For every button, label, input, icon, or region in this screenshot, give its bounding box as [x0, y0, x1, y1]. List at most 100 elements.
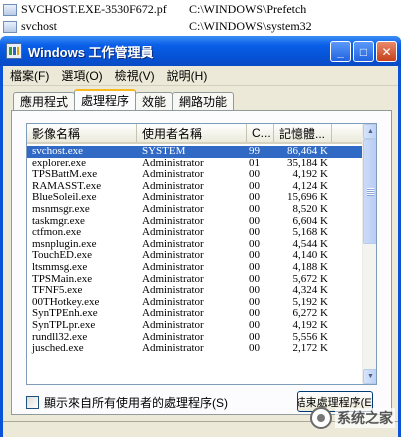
show-all-users-label[interactable]: 顯示來自所有使用者的處理程序(S): [44, 394, 228, 411]
watermark-logo-icon: [310, 407, 332, 429]
process-user-name: Administrator: [142, 273, 204, 285]
process-row[interactable]: ctfmon.exe Administrator 00 5,168 K: [27, 227, 362, 239]
background-file-row[interactable]: SVCHOST.EXE-3530F672.pf C:\WINDOWS\Prefe…: [0, 1, 401, 18]
process-row[interactable]: msnmsgr.exe Administrator 00 8,520 K: [27, 204, 362, 216]
process-row[interactable]: SynTPLpr.exe Administrator 00 4,192 K: [27, 320, 362, 332]
file-name: svchost: [21, 19, 57, 33]
process-memory: 15,696 K: [287, 192, 328, 204]
vertical-scrollbar[interactable]: ▲ ▼: [362, 124, 376, 384]
process-image-name: SynTPEnh.exe: [32, 308, 98, 320]
menu-bar: 檔案(F) 選項(O) 檢視(V) 說明(H): [3, 66, 398, 86]
minimize-button[interactable]: _: [330, 41, 351, 62]
menu-file[interactable]: 檔案(F): [3, 67, 54, 84]
process-image-name: svchost.exe: [32, 146, 84, 157]
process-image-name: ltsmmsg.exe: [32, 261, 88, 273]
process-memory: 35,184 K: [287, 157, 328, 169]
tab-processes[interactable]: 處理程序: [74, 89, 137, 110]
show-all-users-checkbox[interactable]: [26, 395, 39, 409]
tab-performance[interactable]: 效能: [135, 92, 174, 110]
tab-strip: 應用程式 處理程序 效能 網路功能: [13, 89, 235, 110]
maximize-button[interactable]: □: [353, 41, 374, 62]
process-cpu: 00: [249, 261, 260, 273]
process-row[interactable]: ltsmmsg.exe Administrator 00 4,188 K: [27, 262, 362, 274]
process-row[interactable]: svchost.exe SYSTEM 99 86,464 K: [27, 146, 362, 158]
process-user-name: Administrator: [142, 296, 204, 308]
process-list-header: 影像名稱 使用者名稱 C... 記憶體...: [27, 124, 362, 144]
process-cpu: 00: [249, 285, 260, 297]
process-image-name: BlueSoleil.exe: [32, 192, 97, 204]
close-button[interactable]: ✕: [376, 41, 397, 62]
background-file-row[interactable]: svchost C:\WINDOWS\system32: [0, 18, 401, 35]
process-row[interactable]: jusched.exe Administrator 00 2,172 K: [27, 343, 362, 355]
process-image-name: jusched.exe: [32, 343, 84, 355]
process-memory: 4,188 K: [292, 261, 328, 273]
process-cpu: 00: [249, 250, 260, 262]
process-memory: 86,464 K: [287, 146, 328, 157]
process-user-name: Administrator: [142, 250, 204, 262]
menu-options[interactable]: 選項(O): [54, 67, 107, 84]
column-image-name[interactable]: 影像名稱: [27, 124, 137, 142]
title-bar[interactable]: Windows 工作管理員 _ □ ✕: [0, 36, 401, 66]
process-image-name: ctfmon.exe: [32, 227, 82, 239]
process-user-name: Administrator: [142, 215, 204, 227]
process-user-name: Administrator: [142, 180, 204, 192]
process-memory: 6,272 K: [292, 308, 328, 320]
process-cpu: 00: [249, 203, 260, 215]
column-memory[interactable]: 記憶體...: [274, 124, 332, 142]
process-cpu: 00: [249, 331, 260, 343]
process-row[interactable]: taskmgr.exe Administrator 00 6,604 K: [27, 216, 362, 228]
process-memory: 4,324 K: [292, 285, 328, 297]
process-row[interactable]: explorer.exe Administrator 01 35,184 K: [27, 158, 362, 170]
process-row[interactable]: TouchED.exe Administrator 00 4,140 K: [27, 250, 362, 262]
watermark: 系统之家: [310, 407, 395, 429]
process-memory: 5,168 K: [292, 227, 328, 239]
process-row[interactable]: TPSBattM.exe Administrator 00 4,192 K: [27, 169, 362, 181]
process-cpu: 00: [249, 227, 260, 239]
process-memory: 5,556 K: [292, 331, 328, 343]
menu-help[interactable]: 說明(H): [160, 67, 213, 84]
process-image-name: rundll32.exe: [32, 331, 88, 343]
tab-networking[interactable]: 網路功能: [172, 92, 235, 110]
process-row[interactable]: TFNF5.exe Administrator 00 4,324 K: [27, 285, 362, 297]
tab-applications[interactable]: 應用程式: [13, 92, 76, 110]
process-row[interactable]: RAMASST.exe Administrator 00 4,124 K: [27, 181, 362, 193]
process-row[interactable]: rundll32.exe Administrator 00 5,556 K: [27, 332, 362, 344]
process-row[interactable]: msnplugin.exe Administrator 00 4,544 K: [27, 239, 362, 251]
process-row[interactable]: 00THotkey.exe Administrator 00 5,192 K: [27, 297, 362, 309]
process-row[interactable]: SynTPEnh.exe Administrator 00 6,272 K: [27, 308, 362, 320]
process-image-name: TouchED.exe: [32, 250, 93, 262]
process-user-name: Administrator: [142, 192, 204, 204]
process-cpu: 00: [249, 169, 260, 181]
process-row[interactable]: TPSMain.exe Administrator 00 5,672 K: [27, 274, 362, 286]
process-cpu: 00: [249, 215, 260, 227]
processes-panel: 影像名稱 使用者名稱 C... 記憶體... svchost.exe SYSTEM…: [11, 110, 392, 415]
process-list[interactable]: 影像名稱 使用者名稱 C... 記憶體... svchost.exe SYSTEM…: [26, 123, 377, 385]
process-memory: 5,192 K: [292, 296, 328, 308]
menu-view[interactable]: 檢視(V): [108, 67, 160, 84]
process-memory: 8,520 K: [292, 203, 328, 215]
column-cpu[interactable]: C...: [247, 124, 274, 142]
process-image-name: msnplugin.exe: [32, 238, 97, 250]
process-user-name: Administrator: [142, 227, 204, 239]
process-user-name: Administrator: [142, 169, 204, 181]
process-image-name: msnmsgr.exe: [32, 203, 90, 215]
process-image-name: RAMASST.exe: [32, 180, 102, 192]
process-memory: 6,604 K: [292, 215, 328, 227]
scroll-thumb[interactable]: [363, 139, 376, 244]
process-cpu: 00: [249, 296, 260, 308]
process-user-name: Administrator: [142, 331, 204, 343]
task-manager-icon: [6, 43, 22, 59]
process-cpu: 00: [249, 308, 260, 320]
process-user-name: SYSTEM: [142, 146, 186, 157]
process-image-name: TPSBattM.exe: [32, 169, 98, 181]
scroll-up-button[interactable]: ▲: [363, 124, 376, 139]
process-user-name: Administrator: [142, 157, 204, 169]
process-cpu: 00: [249, 192, 260, 204]
file-icon: [3, 3, 17, 16]
process-cpu: 00: [249, 319, 260, 331]
process-row[interactable]: BlueSoleil.exe Administrator 00 15,696 K: [27, 192, 362, 204]
process-rows: svchost.exe SYSTEM 99 86,464 K explorer.exe A…: [27, 146, 362, 355]
column-user-name[interactable]: 使用者名稱: [137, 124, 247, 142]
process-user-name: Administrator: [142, 343, 204, 355]
scroll-down-button[interactable]: ▼: [363, 369, 376, 384]
